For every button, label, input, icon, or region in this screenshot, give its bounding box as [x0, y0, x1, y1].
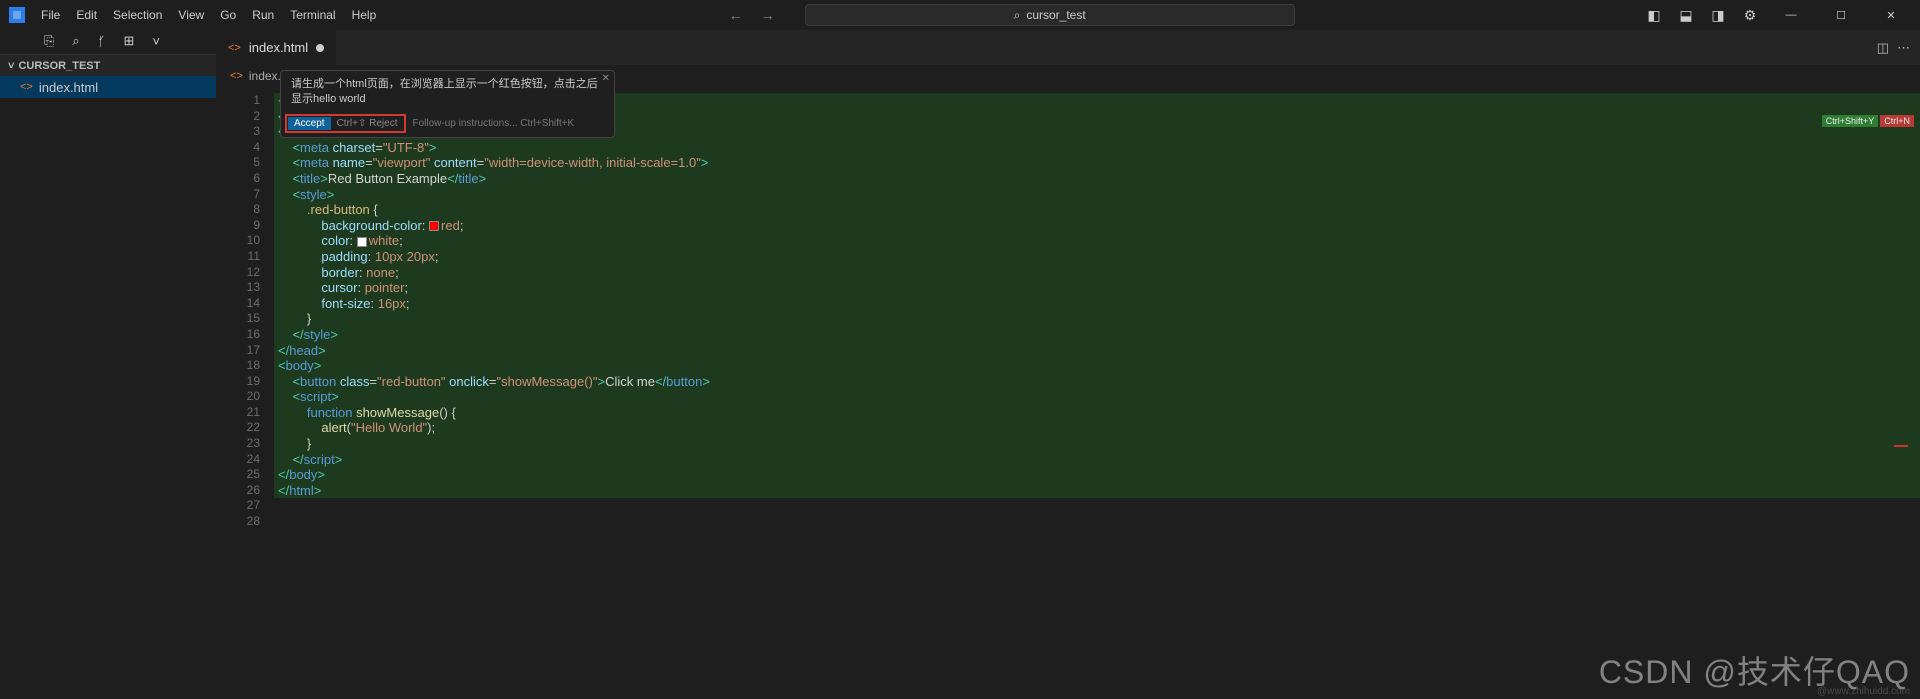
code-line[interactable]: </style> — [274, 327, 1920, 343]
modified-dot-icon — [316, 44, 324, 52]
code-line[interactable]: function showMessage() { — [274, 405, 1920, 421]
settings-gear-icon[interactable]: ⚙ — [1736, 1, 1764, 29]
html-file-icon: <> — [230, 70, 243, 82]
reject-hint[interactable]: Ctrl+⇧ Reject — [331, 118, 404, 129]
menu-view[interactable]: View — [171, 4, 211, 26]
code-line[interactable]: <meta name="viewport" content="width=dev… — [274, 155, 1920, 171]
split-editor-icon[interactable]: ◫ — [1877, 40, 1889, 56]
code-line[interactable]: </html> — [274, 483, 1920, 499]
layout-panel-right-icon[interactable]: ◨ — [1704, 1, 1732, 29]
menu-go[interactable]: Go — [213, 4, 243, 26]
tree-item-label: index.html — [39, 80, 98, 95]
accept-highlight: Accept Ctrl+⇧ Reject — [285, 114, 406, 133]
code-line[interactable]: </head> — [274, 343, 1920, 359]
html-file-icon: <> — [20, 81, 33, 93]
menu-help[interactable]: Help — [345, 4, 384, 26]
code-line[interactable]: } — [274, 311, 1920, 327]
menu-terminal[interactable]: Terminal — [283, 4, 342, 26]
tree-item-index-html[interactable]: <> index.html — [0, 76, 216, 98]
extensions-icon[interactable]: ⊞ — [124, 33, 135, 49]
code-line[interactable]: <button class="red-button" onclick="show… — [274, 374, 1920, 390]
menu-selection[interactable]: Selection — [106, 4, 169, 26]
line-gutter: 1234567891011121314151617181920212223242… — [216, 87, 274, 699]
code-line[interactable]: </script> — [274, 452, 1920, 468]
source-control-icon[interactable]: ᚶ — [98, 34, 106, 49]
nav-forward-icon[interactable]: → — [761, 7, 775, 23]
ai-inline-prompt: ✕ 请生成一个html页面，在浏览器上显示一个红色按钮，点击之后显示hello … — [280, 70, 615, 138]
followup-input[interactable]: Follow-up instructions... Ctrl+Shift+K — [406, 118, 610, 129]
tab-bar: <> index.html ◫ ⋯ — [216, 30, 1920, 65]
html-file-icon: <> — [228, 42, 241, 54]
search-files-icon[interactable]: ⌕ — [72, 33, 79, 49]
menu-file[interactable]: File — [34, 4, 67, 26]
app-logo-icon — [0, 7, 34, 23]
minimap-marker-icon — [1894, 445, 1908, 447]
code-line[interactable]: <meta charset="UTF-8"> — [274, 140, 1920, 156]
hint-reject: Ctrl+N — [1880, 115, 1914, 127]
code-editor[interactable]: 1234567891011121314151617181920212223242… — [216, 87, 1920, 699]
hint-accept: Ctrl+Shift+Y — [1822, 115, 1879, 127]
code-line[interactable]: font-size: 16px; — [274, 296, 1920, 312]
titlebar: FileEditSelectionViewGoRunTerminalHelp ←… — [0, 0, 1920, 30]
main-menu: FileEditSelectionViewGoRunTerminalHelp — [34, 4, 383, 26]
code-line[interactable]: border: none; — [274, 265, 1920, 281]
more-icon[interactable]: ⋯ — [1897, 40, 1910, 56]
layout-panel-bottom-icon[interactable]: ⬓ — [1672, 1, 1700, 29]
popup-close-icon[interactable]: ✕ — [602, 73, 610, 84]
explorer-root[interactable]: CURSOR_TEST — [0, 54, 216, 76]
watermark-small: @www.zhihuidd.com — [1817, 686, 1910, 697]
code-line[interactable]: </body> — [274, 467, 1920, 483]
menu-run[interactable]: Run — [245, 4, 281, 26]
window-close-icon[interactable]: ✕ — [1868, 0, 1914, 30]
search-icon: ⌕ — [1014, 8, 1021, 23]
code-line[interactable]: color: white; — [274, 233, 1920, 249]
code-line[interactable]: <body> — [274, 358, 1920, 374]
code-line[interactable]: padding: 10px 20px; — [274, 249, 1920, 265]
code-line[interactable]: background-color: red; — [274, 218, 1920, 234]
window-minimize-icon[interactable]: — — [1768, 0, 1814, 30]
search-text: cursor_test — [1026, 8, 1085, 22]
code-line[interactable]: <style> — [274, 187, 1920, 203]
nav-back-icon[interactable]: ← — [729, 7, 743, 23]
chevron-down-icon[interactable]: ˅ — [152, 34, 160, 49]
command-center[interactable]: ⌕ cursor_test — [805, 4, 1295, 26]
ai-prompt-text: 请生成一个html页面，在浏览器上显示一个红色按钮，点击之后显示hello wo… — [281, 71, 614, 112]
tab-index-html[interactable]: <> index.html — [216, 30, 337, 65]
explorer-root-label: CURSOR_TEST — [18, 60, 100, 72]
code-line[interactable]: <title>Red Button Example</title> — [274, 171, 1920, 187]
tab-label: index.html — [249, 40, 308, 55]
window-maximize-icon[interactable]: ☐ — [1818, 0, 1864, 30]
layout-panel-left-icon[interactable]: ◧ — [1640, 1, 1668, 29]
code-line[interactable]: cursor: pointer; — [274, 280, 1920, 296]
code-line[interactable]: } — [274, 436, 1920, 452]
menu-edit[interactable]: Edit — [69, 4, 104, 26]
file-explorer: <> index.html — [0, 76, 216, 699]
code-line[interactable]: alert("Hello World"); — [274, 420, 1920, 436]
code-line[interactable]: .red-button { — [274, 202, 1920, 218]
code-lines[interactable]: <!DOCTYPE html><html lang="en"><head> <m… — [274, 87, 1920, 699]
shortcut-hints: Ctrl+Shift+Y Ctrl+N — [1822, 115, 1914, 127]
code-line[interactable]: <script> — [274, 389, 1920, 405]
accept-button[interactable]: Accept — [288, 117, 331, 130]
new-file-icon[interactable]: ⎘ — [44, 33, 54, 49]
